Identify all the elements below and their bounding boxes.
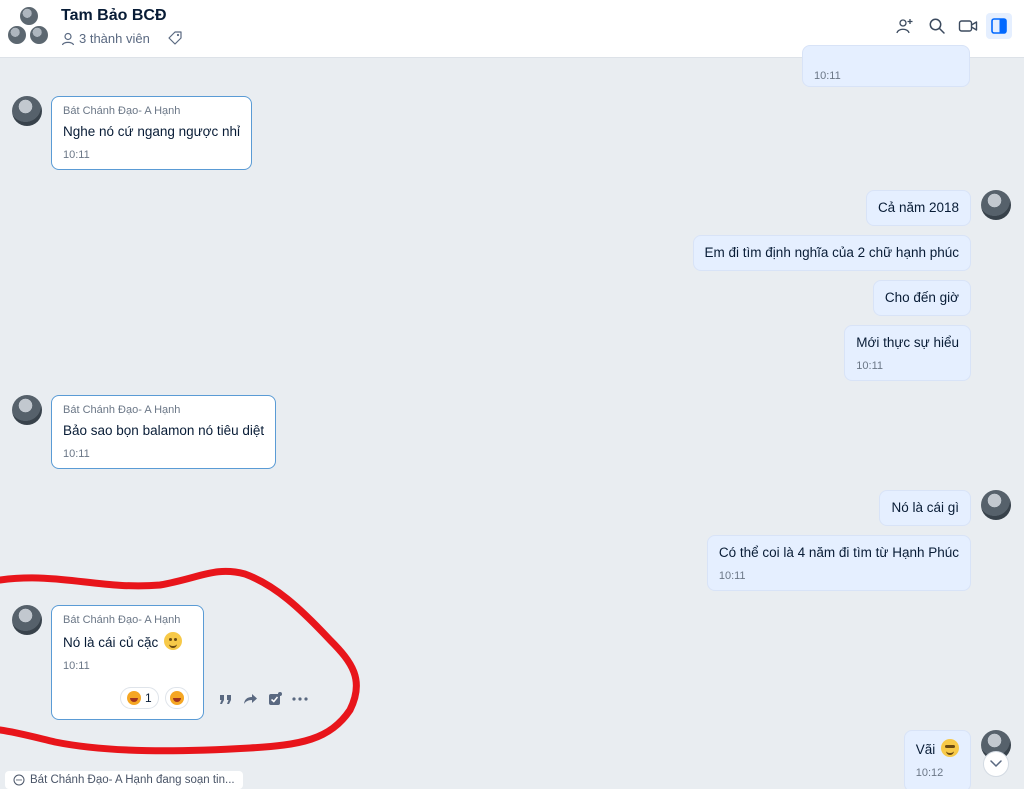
incoming-message[interactable]: Bát Chánh Đạo- A Hạnh Nghe nó cứ ngang n… <box>51 96 253 170</box>
outgoing-message[interactable]: Cho đến giờ <box>872 280 971 316</box>
typing-text: Bát Chánh Đạo- A Hạnh đang soạn tin... <box>30 774 235 786</box>
outgoing-message[interactable]: Nó là cái gì <box>879 490 971 526</box>
sender-avatar[interactable] <box>12 605 42 635</box>
task-button[interactable] <box>268 692 282 706</box>
message-text: Cả năm 2018 <box>877 200 959 215</box>
message-text: Nghe nó cứ ngang ngược nhỉ <box>63 124 241 139</box>
message-actions <box>219 692 308 706</box>
scroll-to-bottom-button[interactable] <box>983 751 1009 777</box>
message-time: 10:11 <box>63 149 90 161</box>
outgoing-message[interactable]: 10:11 <box>802 45 970 87</box>
chat-bubble-icon <box>13 774 25 786</box>
chevron-down-icon <box>990 760 1002 768</box>
sender-name: Bát Chánh Đạo- A Hạnh <box>63 105 181 117</box>
message-text: Em đi tìm định nghĩa của 2 chữ hạnh phúc <box>704 245 959 260</box>
sidebar-toggle-icon <box>991 18 1007 34</box>
message-time: 10:11 <box>718 570 746 582</box>
member-avatar <box>29 25 49 45</box>
message-text-row: Nó là cái củ cặc <box>63 632 192 652</box>
search-icon <box>929 18 945 34</box>
more-dots-icon <box>292 697 308 701</box>
message-text: Bảo sao bọn balamon nó tiêu diệt <box>63 423 265 438</box>
group-avatar[interactable] <box>7 6 51 46</box>
smile-emoji-icon <box>164 632 183 650</box>
member-count[interactable]: 3 thành viên <box>61 31 150 46</box>
incoming-message[interactable]: Bát Chánh Đạo- A Hạnh Bảo sao bọn balamo… <box>51 395 277 469</box>
message-text: Có thể coi là 4 năm đi tìm từ Hạnh Phúc <box>718 545 959 560</box>
sender-avatar[interactable] <box>12 96 42 126</box>
outgoing-message[interactable]: Vãi 10:12 <box>903 730 971 789</box>
outgoing-message[interactable]: Em đi tìm định nghĩa của 2 chữ hạnh phúc <box>692 235 971 271</box>
sender-avatar[interactable] <box>981 190 1011 220</box>
message-list[interactable]: 10:11 Bát Chánh Đạo- A Hạnh Nghe nó cứ n… <box>0 45 1024 789</box>
outgoing-message[interactable]: Cả năm 2018 <box>865 190 971 226</box>
message-text: Nó là cái gì <box>891 500 959 515</box>
sidebar-toggle-button[interactable] <box>986 13 1012 39</box>
member-avatar <box>7 25 27 45</box>
task-check-icon <box>269 692 282 705</box>
add-reaction-button[interactable] <box>164 687 189 709</box>
search-button[interactable] <box>924 13 950 39</box>
message-time: 10:12 <box>915 767 944 779</box>
person-icon <box>61 32 75 45</box>
message-text: Nó là cái củ cặc <box>63 635 159 650</box>
forward-button[interactable] <box>243 693 258 705</box>
more-options-button[interactable] <box>292 697 308 701</box>
outgoing-message[interactable]: Có thể coi là 4 năm đi tìm từ Hạnh Phúc … <box>706 535 971 591</box>
add-member-icon <box>896 19 913 34</box>
tag-icon[interactable] <box>167 30 183 51</box>
laugh-reaction-icon <box>169 691 184 705</box>
reaction-count: 1 <box>145 691 152 705</box>
add-member-button[interactable] <box>892 13 918 39</box>
typing-indicator: Bát Chánh Đạo- A Hạnh đang soạn tin... <box>5 771 243 789</box>
forward-icon <box>244 694 257 704</box>
sender-name: Bát Chánh Đạo- A Hạnh <box>63 404 181 416</box>
video-call-button[interactable] <box>955 13 981 39</box>
member-avatar <box>19 6 39 26</box>
sender-avatar[interactable] <box>981 490 1011 520</box>
sender-name: Bát Chánh Đạo- A Hạnh <box>63 614 181 626</box>
message-text-row: Vãi <box>916 739 959 759</box>
group-title[interactable]: Tam Bảo BCĐ <box>61 7 167 25</box>
quote-button[interactable] <box>219 693 233 705</box>
message-time: 10:11 <box>63 448 90 460</box>
reaction-count-pill[interactable]: 1 <box>120 687 159 709</box>
laugh-reaction-icon <box>127 691 141 705</box>
message-text: Vãi <box>915 742 936 757</box>
message-text: Cho đến giờ <box>884 290 959 305</box>
sunglasses-emoji-icon <box>941 739 959 757</box>
message-time: 10:11 <box>63 660 90 672</box>
reaction-bar: 1 <box>120 687 189 709</box>
message-text: Mới thực sự hiểu <box>856 335 959 350</box>
sender-avatar[interactable] <box>12 395 42 425</box>
message-time: 10:11 <box>814 70 841 82</box>
outgoing-message[interactable]: Mới thực sự hiểu 10:11 <box>844 325 971 381</box>
message-time: 10:11 <box>856 360 883 372</box>
video-call-icon <box>958 20 978 32</box>
quote-icon <box>220 695 231 704</box>
member-count-label: 3 thành viên <box>79 31 150 46</box>
